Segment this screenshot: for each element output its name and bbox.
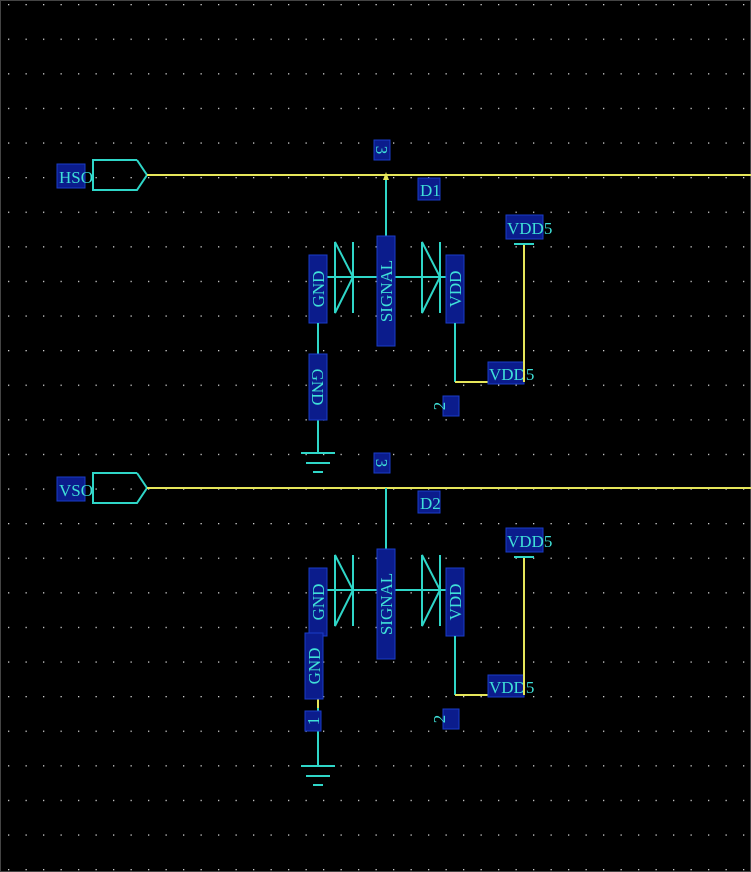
port-label: VSO [59, 481, 93, 500]
net-label-vdd5-top: VDD5 [507, 532, 552, 551]
net-label-vdd5-top: VDD5 [507, 219, 552, 238]
pin-number-vdd: 2 [430, 715, 449, 724]
port-label: HSO [59, 168, 93, 187]
pin-number-signal: 3 [372, 146, 391, 155]
schematic-canvas[interactable]: HSO 3 D1 GND SIGNAL VDD GND VDD5 VDD5 2 … [0, 0, 751, 872]
pin-number-signal: 3 [372, 459, 391, 468]
pin-number-vdd: 2 [430, 402, 449, 411]
pin-number-gnd: 1 [304, 717, 323, 726]
ref-designator: D2 [420, 494, 441, 513]
pin-label-vdd: VDD [446, 271, 465, 308]
pin-label-gnd: GND [309, 271, 328, 308]
grid-dots [0, 0, 751, 872]
pin-label-signal: SIGNAL [377, 260, 396, 322]
net-label-gnd: GND [305, 648, 324, 685]
net-label-vdd5-bottom: VDD5 [489, 678, 534, 697]
net-label-gnd: GND [308, 369, 327, 406]
ref-designator: D1 [420, 181, 441, 200]
pin-label-signal: SIGNAL [377, 573, 396, 635]
net-label-vdd5-bottom: VDD5 [489, 365, 534, 384]
pin-label-gnd: GND [309, 584, 328, 621]
pin-label-vdd: VDD [446, 584, 465, 621]
